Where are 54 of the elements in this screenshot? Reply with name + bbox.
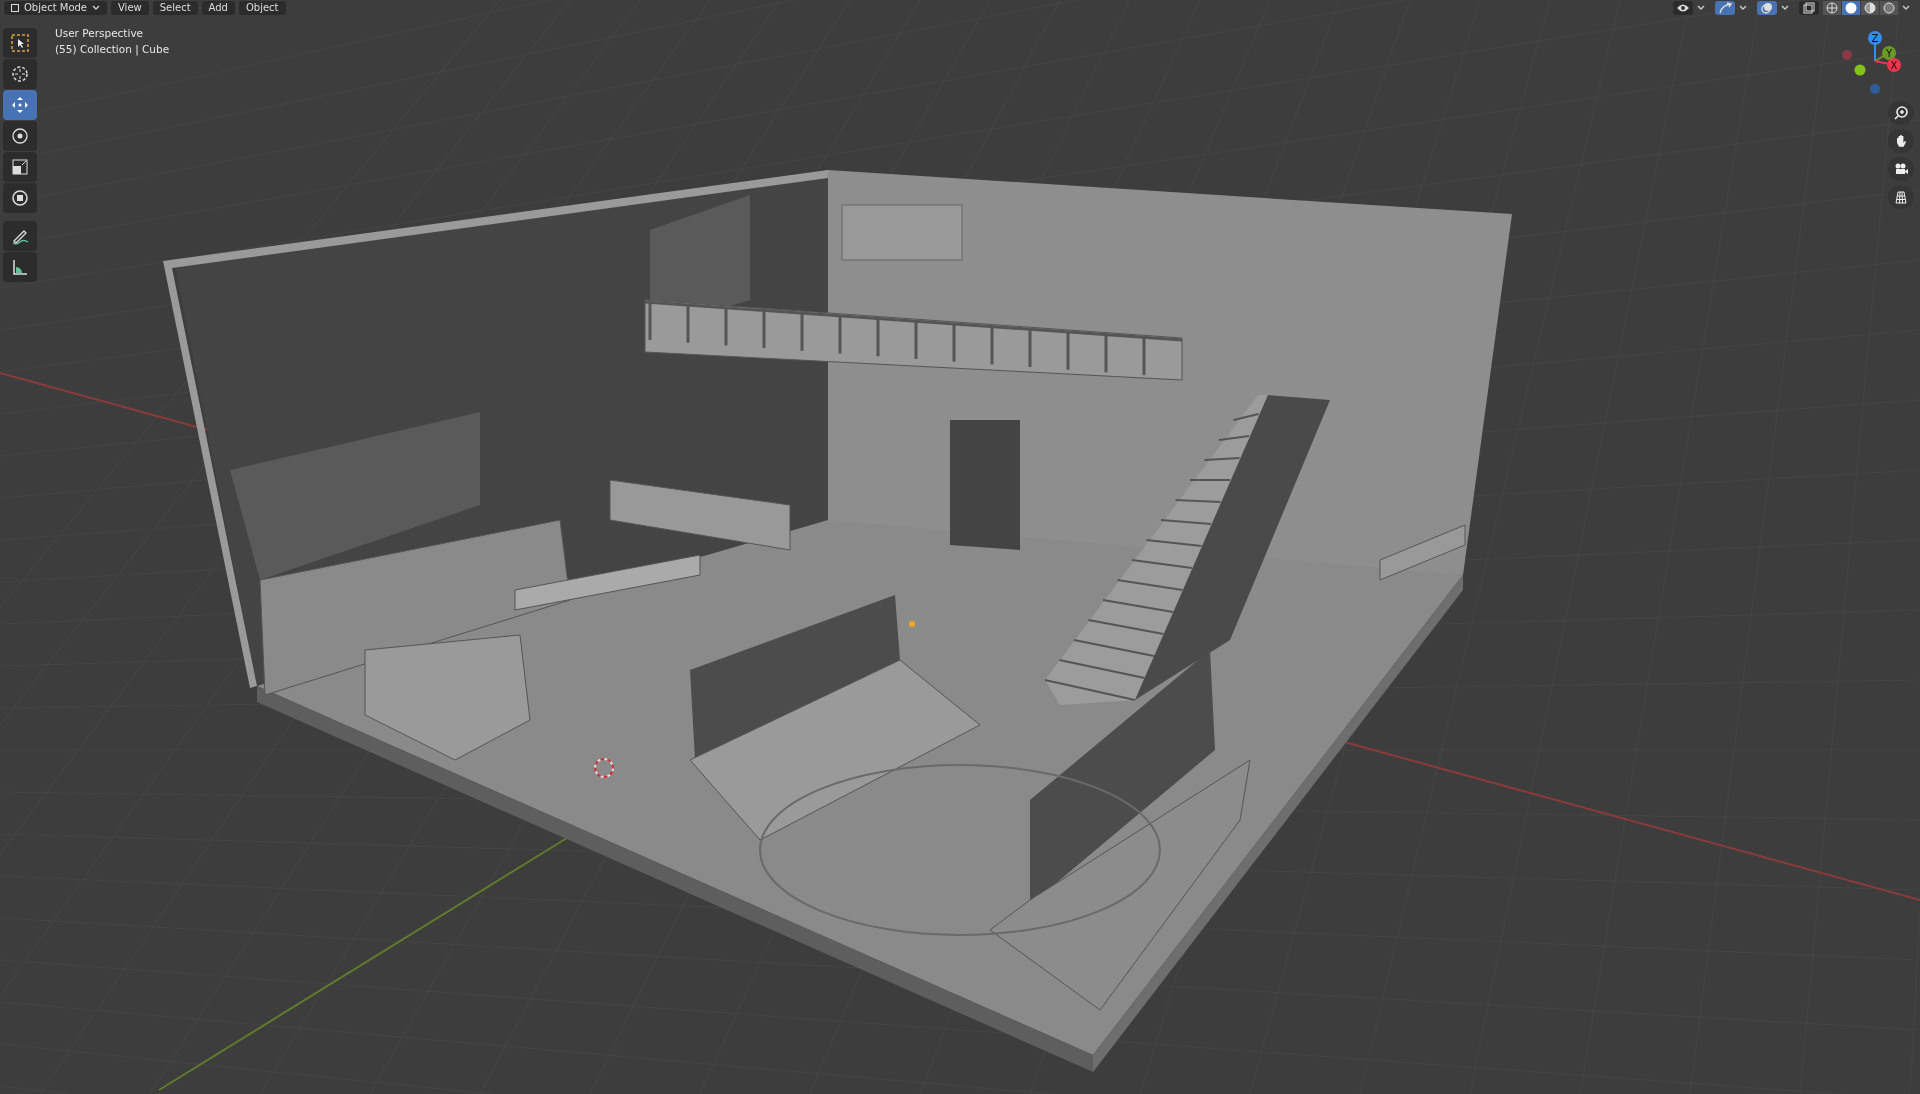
eye-icon: [1676, 2, 1690, 13]
overlay-toggle[interactable]: [1757, 0, 1777, 15]
select-box-tool[interactable]: [3, 28, 37, 58]
sphere-icon: [1845, 1, 1857, 14]
xray-toggle[interactable]: [1799, 0, 1819, 15]
chevron-icon: [92, 4, 100, 11]
move-tool[interactable]: [3, 90, 37, 120]
menu-button[interactable]: Object: [238, 0, 286, 15]
chevron-icon: [1902, 4, 1910, 11]
measure-tool[interactable]: [3, 252, 37, 282]
sphere-icon: [1826, 1, 1838, 14]
overlay-icon: [1761, 1, 1773, 14]
cursor-icon: [10, 64, 30, 84]
gizmo-toggle[interactable]: [1715, 0, 1735, 15]
wireframe-shading-button[interactable]: [1823, 0, 1841, 15]
context-label: (55) Collection | Cube: [55, 43, 170, 56]
rotate-tool[interactable]: [3, 121, 37, 151]
move-icon: [10, 95, 30, 115]
menu-button[interactable]: View: [111, 0, 149, 15]
axis-gizmo[interactable]: Z Y X: [1838, 28, 1918, 108]
view-name: User Perspective: [55, 27, 145, 40]
sphere-icon: [1883, 1, 1895, 14]
grid-icon: [1893, 189, 1909, 205]
magnifier-icon: [1893, 105, 1909, 121]
chevron-icon: [1697, 4, 1705, 11]
ortho-view-button[interactable]: [1888, 185, 1914, 209]
camera-icon: [1893, 161, 1909, 177]
cursor-tool[interactable]: [3, 59, 37, 89]
viewport[interactable]: Object Mode View Select Add Object User Perspective (55) Collection | Cube Z Y X: [0, 0, 1920, 1094]
arrows-icon: [1718, 1, 1732, 14]
transform-tool[interactable]: [3, 183, 37, 213]
chevron-icon: [1781, 4, 1789, 11]
scale-icon: [10, 157, 30, 177]
material-shading-button[interactable]: [1861, 0, 1879, 15]
sphere-icon: [1864, 1, 1876, 14]
visibility-toggle[interactable]: [1673, 0, 1693, 15]
object-origin-icon: [909, 621, 915, 627]
scale-tool[interactable]: [3, 152, 37, 182]
3d-cursor-icon: [594, 758, 614, 778]
rendered-shading-button[interactable]: [1880, 0, 1898, 15]
menu-button[interactable]: Add: [201, 0, 235, 15]
measure-icon: [10, 257, 30, 277]
solid-shading-button[interactable]: [1842, 0, 1860, 15]
mode-dropdown[interactable]: Object Mode: [4, 0, 107, 15]
pan-view-button[interactable]: [1888, 129, 1914, 153]
annotate-tool[interactable]: [3, 221, 37, 251]
chevron-icon: [1739, 4, 1747, 11]
xray-icon: [1803, 1, 1815, 14]
transform-icon: [10, 188, 30, 208]
menu-button[interactable]: Select: [152, 0, 198, 15]
object-mode-icon: [11, 3, 19, 12]
camera-view-button[interactable]: [1888, 157, 1914, 181]
zoom-view-button[interactable]: [1888, 101, 1914, 125]
select-box-icon: [10, 33, 30, 53]
